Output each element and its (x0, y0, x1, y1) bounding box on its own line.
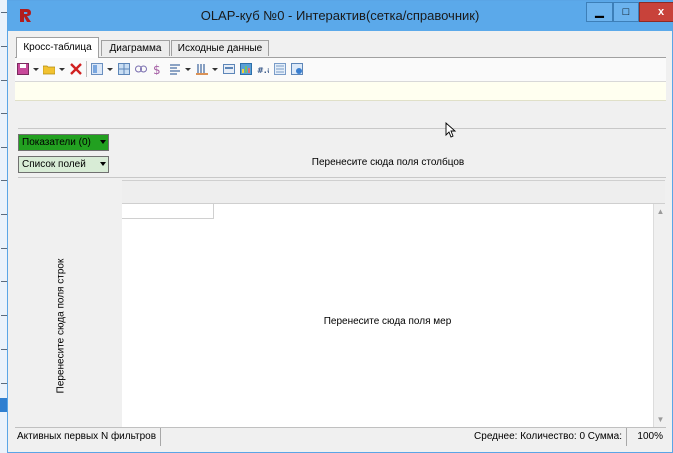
column-dropdown-icon[interactable] (212, 68, 218, 71)
sum-icon[interactable]: $ (152, 63, 164, 75)
title-bar[interactable]: OLAP-куб №0 - Интерактив(сетка/справочни… (8, 1, 673, 31)
tab-cross-table[interactable]: Кросс-таблица (16, 37, 99, 58)
status-zoom: 100% (637, 431, 663, 442)
layout-icon[interactable] (91, 63, 103, 75)
field-list-combo[interactable]: Список полей (18, 156, 109, 173)
align-dropdown-icon[interactable] (185, 68, 191, 71)
measures-combo[interactable]: Показатели (0) (18, 134, 109, 151)
save-dropdown-icon[interactable] (33, 68, 39, 71)
maximize-button[interactable]: □ (613, 2, 639, 22)
svg-text:#.#: #.# (257, 66, 269, 75)
status-filter-text: Активных первых N фильтров (15, 428, 161, 446)
filter-icon[interactable] (274, 63, 286, 75)
export-icon[interactable] (223, 63, 235, 75)
field-list-combo-label: Список полей (22, 159, 86, 170)
save-icon[interactable] (17, 63, 29, 75)
tab-source-data[interactable]: Исходные данные (171, 40, 269, 56)
column-icon[interactable] (196, 63, 208, 75)
grid-cell[interactable] (122, 204, 214, 219)
status-bar: Активных первых N фильтров Среднее: Коли… (15, 427, 666, 446)
row-drop-zone[interactable]: Перенесите сюда поля строк (18, 204, 123, 447)
scroll-up-icon[interactable]: ▲ (654, 206, 667, 218)
data-drop-zone-label: Перенесите сюда поля мер (323, 316, 452, 327)
column-drop-zone[interactable]: Перенесите сюда поля столбцов (110, 157, 666, 168)
close-button[interactable]: x (639, 2, 673, 22)
format-icon[interactable]: #.# (257, 63, 269, 75)
filter-area-divider (18, 128, 666, 129)
status-summary: Среднее: Количество: 0 Сумма: (161, 428, 627, 446)
open-folder-icon[interactable] (43, 63, 55, 75)
measures-combo-label: Показатели (0) (22, 137, 91, 148)
row-drop-zone-label: Перенесите сюда поля строк (55, 258, 67, 394)
olap-cube-window: OLAP-куб №0 - Интерактив(сетка/справочни… (7, 0, 673, 453)
tab-chart[interactable]: Диаграмма (101, 40, 170, 56)
window-title: OLAP-куб №0 - Интерактив(сетка/справочни… (200, 8, 480, 23)
chevron-down-icon (100, 162, 106, 166)
client-area: Кросс-таблица Диаграмма Исходные данные … (15, 31, 667, 449)
vertical-scrollbar[interactable]: ▲ ▼ (653, 204, 667, 430)
data-drop-zone[interactable]: Перенесите сюда поля мер (122, 204, 653, 430)
open-dropdown-icon[interactable] (59, 68, 65, 71)
pivot-grid: Показатели (0) Список полей Перенесите с… (15, 101, 667, 448)
minimize-button[interactable]: ▁ (586, 2, 613, 22)
align-icon[interactable] (169, 63, 181, 75)
column-area-divider (18, 177, 666, 178)
info-icon[interactable] (291, 63, 303, 75)
mouse-cursor-icon (445, 122, 457, 138)
layout-dropdown-icon[interactable] (107, 68, 113, 71)
info-bar (15, 82, 666, 101)
svg-text:$: $ (153, 63, 161, 75)
scroll-down-icon[interactable]: ▼ (654, 414, 667, 426)
tab-strip: Кросс-таблица Диаграмма Исходные данные (15, 37, 666, 58)
chevron-down-icon (100, 140, 106, 144)
column-header-row (122, 180, 665, 204)
toolbar: $ #.# (15, 58, 666, 82)
grid-icon[interactable] (118, 63, 130, 75)
collapse-icon[interactable] (135, 63, 147, 75)
chart-icon[interactable] (240, 63, 252, 75)
delete-icon[interactable] (70, 63, 82, 75)
